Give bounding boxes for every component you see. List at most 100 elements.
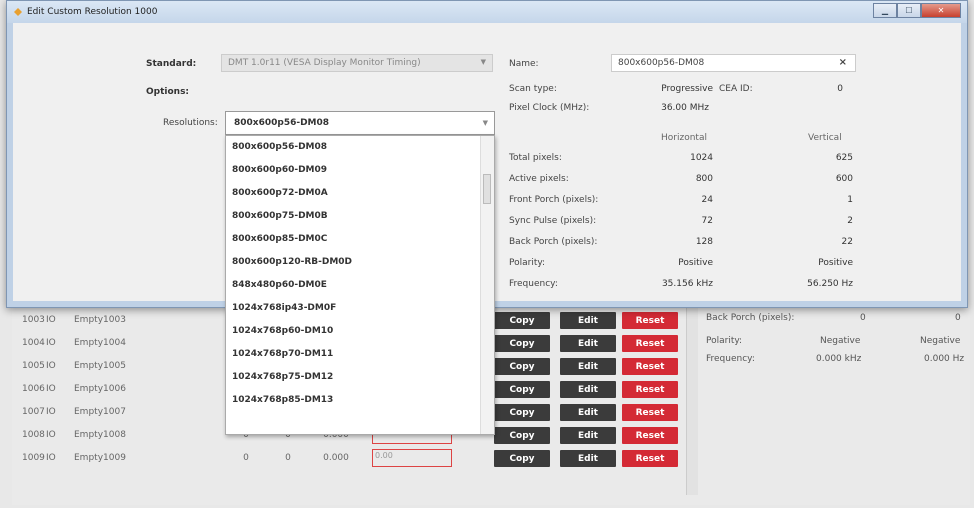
minimize-button[interactable]: ▁ [873,3,897,18]
horizontal-header: Horizontal [661,133,707,143]
detail-horizontal-value: 128 [695,237,713,247]
detail-vertical-value: 600 [835,174,853,184]
reset-button[interactable]: Reset [622,358,678,375]
bg-polarity-h: Negative [820,336,861,346]
detail-label: Front Porch (pixels): [509,195,599,205]
standard-select: DMT 1.0r11 (VESA Display Monitor Timing)… [221,54,493,72]
bg-frequency-v: 0.000 Hz [924,354,965,364]
name-label: Name: [509,59,539,69]
dropdown-option[interactable]: 800x600p60-DM09 [226,159,494,182]
standard-value: DMT 1.0r11 (VESA Display Monitor Timing) [228,58,421,68]
edit-button[interactable]: Edit [560,450,616,467]
detail-label: Back Porch (pixels): [509,237,598,247]
cell-name: Empty1005 [74,361,126,371]
reset-button[interactable]: Reset [622,450,678,467]
cell-n2: 0 [285,453,291,463]
cell-name: Empty1009 [74,453,126,463]
cell-id: 1006 [22,384,45,394]
options-label: Options: [146,87,190,97]
name-input[interactable]: 800x600p56-DM08 × [611,54,856,72]
cell-io: IO [46,384,56,394]
dropdown-option[interactable]: 1024x768p75-DM12 [226,366,494,389]
copy-button[interactable]: Copy [494,427,550,444]
edit-button[interactable]: Edit [560,404,616,421]
detail-label: Frequency: [509,279,558,289]
copy-button[interactable]: Copy [494,335,550,352]
close-button[interactable]: ✕ [921,3,961,18]
dropdown-option[interactable]: 1024x768p70-DM11 [226,343,494,366]
clear-icon[interactable]: × [839,57,847,68]
pixel-clock-label: Pixel Clock (MHz): [509,103,590,113]
cell-id: 1004 [22,338,45,348]
value-field[interactable]: 0.00 [372,449,452,467]
detail-label: Active pixels: [509,174,569,184]
dropdown-option[interactable]: 800x600p85-DM0C [226,228,494,251]
dropdown-option[interactable]: 1024x768p60-DM10 [226,320,494,343]
chevron-down-icon: ▼ [482,119,488,127]
copy-button[interactable]: Copy [494,404,550,421]
detail-horizontal-value: 24 [701,195,713,205]
dropdown-scroll-thumb[interactable] [483,174,491,204]
dropdown-option[interactable]: 800x600p56-DM08 [226,136,494,159]
resolutions-dropdown-list[interactable]: 800x600p56-DM08 800x600p60-DM09 800x600p72… [225,135,495,435]
bg-back-porch-h: 0 [860,313,866,323]
copy-button[interactable]: Copy [494,381,550,398]
copy-button[interactable]: Copy [494,312,550,329]
detail-vertical-value: 22 [841,237,853,247]
cell-name: Empty1008 [74,430,126,440]
copy-button[interactable]: Copy [494,358,550,375]
cell-id: 1008 [22,430,45,440]
dropdown-option[interactable]: 800x600p75-DM0B [226,205,494,228]
dropdown-option[interactable]: 800x600p120-RB-DM0D [226,251,494,274]
scan-type-value: Progressive [661,84,713,94]
cea-id-value: 0 [837,84,843,94]
reset-button[interactable]: Reset [622,381,678,398]
detail-horizontal-value: 800 [695,174,713,184]
reset-button[interactable]: Reset [622,312,678,329]
reset-button[interactable]: Reset [622,335,678,352]
background-scrollbar[interactable] [686,305,698,495]
close-icon: ✕ [937,6,945,15]
maximize-button[interactable]: ☐ [897,3,921,18]
detail-vertical-value: 2 [847,216,853,226]
reset-button[interactable]: Reset [622,404,678,421]
bg-frequency-label: Frequency: [706,354,755,364]
dropdown-option[interactable]: 800x600p72-DM0A [226,182,494,205]
detail-horizontal-value: 1024 [690,153,713,163]
bg-polarity-v: Negative [920,336,961,346]
cell-name: Empty1003 [74,315,126,325]
resolutions-select[interactable]: 800x600p56-DM08 ▼ [225,111,495,135]
dropdown-option[interactable]: 848x480p60-DM0E [226,274,494,297]
dropdown-option[interactable]: 1024x768p85-DM13 [226,389,494,412]
cell-n3: 0.000 [323,453,349,463]
name-value: 800x600p56-DM08 [618,58,705,68]
cell-name: Empty1007 [74,407,126,417]
edit-button[interactable]: Edit [560,312,616,329]
reset-button[interactable]: Reset [622,427,678,444]
cell-id: 1003 [22,315,45,325]
cell-io: IO [46,407,56,417]
dropdown-option[interactable]: 1024x768ip43-DM0F [226,297,494,320]
edit-button[interactable]: Edit [560,381,616,398]
cell-io: IO [46,430,56,440]
bg-back-porch-label: Back Porch (pixels): [706,313,795,323]
detail-vertical-value: 1 [847,195,853,205]
bg-polarity-label: Polarity: [706,336,743,346]
detail-label: Total pixels: [509,153,562,163]
cell-n1: 0 [243,453,249,463]
edit-button[interactable]: Edit [560,358,616,375]
cell-name: Empty1006 [74,384,126,394]
detail-vertical-value: Positive [818,258,853,268]
copy-button[interactable]: Copy [494,450,550,467]
edit-button[interactable]: Edit [560,427,616,444]
vertical-header: Vertical [808,133,842,143]
edit-resolution-dialog: Edit Custom Resolution 1000 ▁ ☐ ✕ Standa… [6,0,968,435]
pixel-clock-value: 36.00 MHz [661,103,709,113]
dropdown-scrollbar[interactable] [480,136,494,434]
cell-io: IO [46,453,56,463]
cell-io: IO [46,361,56,371]
edit-button[interactable]: Edit [560,335,616,352]
cea-id-label: CEA ID: [719,84,753,94]
window-title: Edit Custom Resolution 1000 [27,7,158,17]
detail-horizontal-value: Positive [678,258,713,268]
